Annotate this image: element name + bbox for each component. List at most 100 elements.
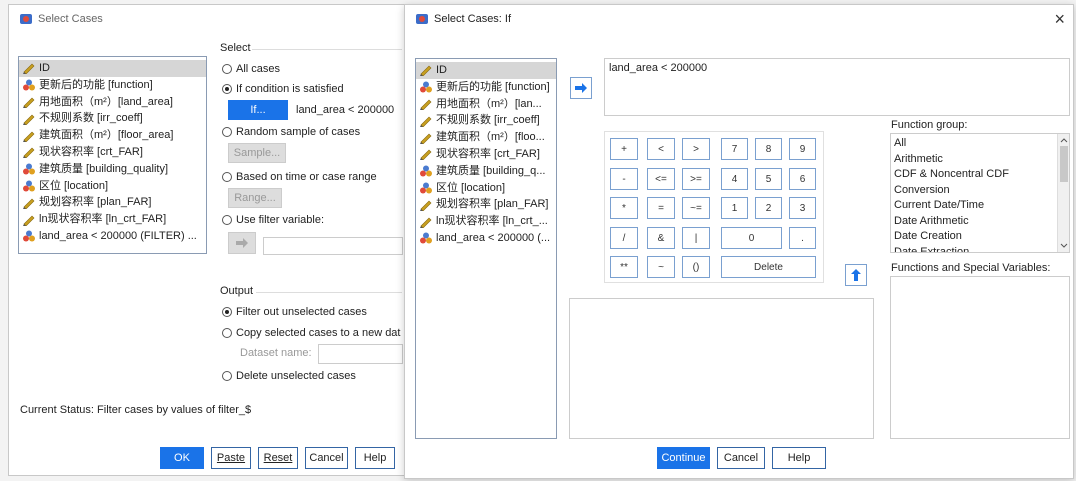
keypad-digit-key[interactable]: 1 bbox=[721, 197, 748, 219]
front-variable-list[interactable]: ID 更新后的功能 [function] 用地面积（m²）[lan... 不规则系数 … bbox=[415, 58, 557, 439]
keypad-op-key[interactable]: ** bbox=[610, 256, 638, 278]
function-group-item[interactable]: Date Arithmetic bbox=[894, 214, 1069, 230]
filter-variable-field[interactable] bbox=[263, 237, 403, 255]
help-button[interactable]: Help bbox=[355, 447, 395, 469]
front-variable-item[interactable]: 建筑质量 [building_q... bbox=[416, 163, 556, 180]
keypad-digit-key[interactable]: 9 bbox=[789, 138, 816, 160]
function-group-item[interactable]: Date Extraction bbox=[894, 245, 1069, 253]
radio-delete-unselected[interactable]: Delete unselected cases bbox=[222, 370, 356, 382]
function-group-item[interactable]: Current Date/Time bbox=[894, 198, 1069, 214]
front-variable-item[interactable]: 现状容积率 [crt_FAR] bbox=[416, 146, 556, 163]
filter-move-arrow-button[interactable] bbox=[228, 232, 256, 254]
radio-use-filter[interactable]: Use filter variable: bbox=[222, 214, 324, 226]
front-variable-item[interactable]: 不规则系数 [irr_coeff] bbox=[416, 112, 556, 129]
radio-random-sample-button[interactable] bbox=[222, 127, 232, 137]
radio-filter-out[interactable]: Filter out unselected cases bbox=[222, 306, 367, 318]
back-variable-item[interactable]: ID bbox=[19, 60, 206, 77]
back-variable-item[interactable]: 用地面积（m²）[land_area] bbox=[19, 94, 206, 111]
keypad-delete-key[interactable]: Delete bbox=[721, 256, 816, 278]
front-variable-item[interactable]: 用地面积（m²）[lan... bbox=[416, 96, 556, 113]
back-variable-item[interactable]: land_area < 200000 (FILTER) ... bbox=[19, 228, 206, 245]
function-group-item[interactable]: CDF & Noncentral CDF bbox=[894, 167, 1069, 183]
radio-all-cases[interactable]: All cases bbox=[222, 63, 280, 75]
function-group-item[interactable]: Conversion bbox=[894, 183, 1069, 199]
function-group-item[interactable]: Arithmetic bbox=[894, 152, 1069, 168]
front-variable-item[interactable]: ID bbox=[416, 62, 556, 79]
keypad-zero-key[interactable]: 0 bbox=[721, 227, 782, 249]
back-variable-item[interactable]: ln现状容积率 [ln_crt_FAR] bbox=[19, 211, 206, 228]
sample-button[interactable]: Sample... bbox=[228, 143, 286, 163]
keypad-op-key[interactable]: () bbox=[682, 256, 710, 278]
back-variable-item[interactable]: 建筑质量 [building_quality] bbox=[19, 161, 206, 178]
function-group-scrollbar[interactable] bbox=[1057, 134, 1069, 252]
keypad-digit-key[interactable]: 8 bbox=[755, 138, 782, 160]
function-group-list[interactable]: All Arithmetic CDF & Noncentral CDF Convers… bbox=[890, 133, 1070, 253]
back-variable-item[interactable]: 建筑面积（m²）[floor_area] bbox=[19, 127, 206, 144]
keypad-digit-key[interactable]: 4 bbox=[721, 168, 748, 190]
radio-based-on-time-button[interactable] bbox=[222, 172, 232, 182]
radio-random-sample[interactable]: Random sample of cases bbox=[222, 126, 360, 138]
keypad-op-key[interactable]: & bbox=[647, 227, 675, 249]
back-variable-item[interactable]: 更新后的功能 [function] bbox=[19, 77, 206, 94]
close-icon[interactable]: × bbox=[1054, 9, 1065, 30]
keypad-op-key[interactable]: >= bbox=[682, 168, 710, 190]
radio-based-on-time[interactable]: Based on time or case range bbox=[222, 171, 377, 183]
keypad-digit-key[interactable]: 6 bbox=[789, 168, 816, 190]
keypad-op-key[interactable]: | bbox=[682, 227, 710, 249]
keypad-op-key[interactable]: < bbox=[647, 138, 675, 160]
if-cancel-button[interactable]: Cancel bbox=[717, 447, 765, 469]
back-variable-list[interactable]: ID 更新后的功能 [function] 用地面积（m²）[land_area] 不规… bbox=[18, 56, 207, 254]
select-group-label: Select bbox=[220, 42, 251, 54]
keypad-op-key[interactable]: + bbox=[610, 138, 638, 160]
continue-button[interactable]: Continue bbox=[657, 447, 710, 469]
ok-button[interactable]: OK bbox=[160, 447, 204, 469]
scroll-up-icon[interactable] bbox=[1058, 136, 1070, 144]
expression-box[interactable]: land_area < 200000 bbox=[604, 58, 1070, 116]
functions-list[interactable] bbox=[890, 276, 1070, 439]
function-group-item[interactable]: All bbox=[894, 136, 1069, 152]
radio-use-filter-button[interactable] bbox=[222, 215, 232, 225]
back-variable-item[interactable]: 现状容积率 [crt_FAR] bbox=[19, 144, 206, 161]
keypad-digit-key[interactable]: 2 bbox=[755, 197, 782, 219]
radio-if-condition[interactable]: If condition is satisfied bbox=[222, 83, 344, 95]
radio-filter-out-button[interactable] bbox=[222, 307, 232, 317]
keypad-op-key[interactable]: > bbox=[682, 138, 710, 160]
keypad-op-key[interactable]: <= bbox=[647, 168, 675, 190]
keypad-dot-key[interactable]: . bbox=[789, 227, 816, 249]
scroll-thumb[interactable] bbox=[1060, 146, 1068, 182]
if-help-button[interactable]: Help bbox=[772, 447, 826, 469]
front-variable-item[interactable]: 建筑面积（m²）[floo... bbox=[416, 129, 556, 146]
range-button[interactable]: Range... bbox=[228, 188, 282, 208]
radio-copy-selected-button[interactable] bbox=[222, 328, 232, 338]
keypad-digit-key[interactable]: 5 bbox=[755, 168, 782, 190]
back-variable-item[interactable]: 规划容积率 [plan_FAR] bbox=[19, 194, 206, 211]
front-variable-item[interactable]: ln现状容积率 [ln_crt_... bbox=[416, 213, 556, 230]
keypad-op-key[interactable]: / bbox=[610, 227, 638, 249]
insert-function-button[interactable] bbox=[845, 264, 867, 286]
keypad-digit-key[interactable]: 3 bbox=[789, 197, 816, 219]
front-variable-item[interactable]: 更新后的功能 [function] bbox=[416, 79, 556, 96]
front-variable-item[interactable]: 区位 [location] bbox=[416, 180, 556, 197]
front-variable-item[interactable]: land_area < 200000 (... bbox=[416, 230, 556, 247]
back-variable-item[interactable]: 不规则系数 [irr_coeff] bbox=[19, 110, 206, 127]
function-group-item[interactable]: Date Creation bbox=[894, 229, 1069, 245]
paste-button[interactable]: Paste bbox=[211, 447, 251, 469]
scroll-down-icon[interactable] bbox=[1058, 242, 1070, 250]
dataset-name-field[interactable] bbox=[318, 344, 403, 364]
reset-button[interactable]: Reset bbox=[258, 447, 298, 469]
move-variable-button[interactable] bbox=[570, 77, 592, 99]
keypad-op-key[interactable]: ~= bbox=[682, 197, 710, 219]
if-button[interactable]: If... bbox=[228, 100, 288, 120]
front-variable-item[interactable]: 规划容积率 [plan_FAR] bbox=[416, 196, 556, 213]
keypad-op-key[interactable]: * bbox=[610, 197, 638, 219]
radio-copy-selected[interactable]: Copy selected cases to a new dat bbox=[222, 327, 400, 339]
keypad-op-key[interactable]: ~ bbox=[647, 256, 675, 278]
radio-all-cases-button[interactable] bbox=[222, 64, 232, 74]
keypad-op-key[interactable]: - bbox=[610, 168, 638, 190]
back-variable-item[interactable]: 区位 [location] bbox=[19, 178, 206, 195]
cancel-button[interactable]: Cancel bbox=[305, 447, 348, 469]
radio-if-condition-button[interactable] bbox=[222, 84, 232, 94]
radio-delete-unselected-button[interactable] bbox=[222, 371, 232, 381]
keypad-op-key[interactable]: = bbox=[647, 197, 675, 219]
keypad-digit-key[interactable]: 7 bbox=[721, 138, 748, 160]
